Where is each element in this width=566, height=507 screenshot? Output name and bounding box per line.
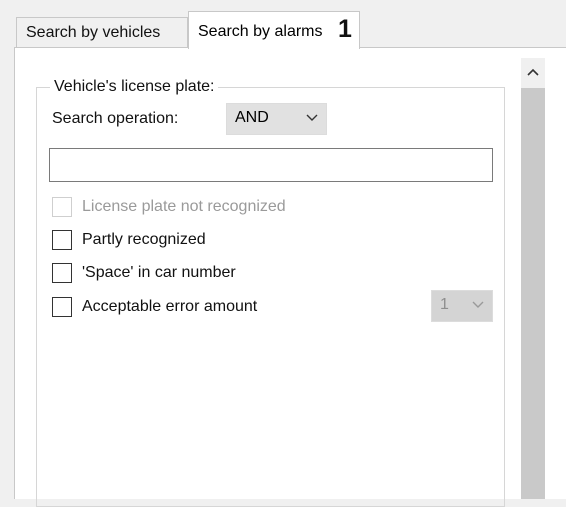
search-operation-select[interactable]: AND [226, 103, 327, 135]
search-operation-value: AND [235, 109, 269, 126]
partly-recognized-label: Partly recognized [82, 231, 206, 248]
plate-not-recognized-label: License plate not recognized [82, 198, 286, 215]
callout-number: 1 [338, 15, 352, 43]
groupbox-title: Vehicle's license plate: [50, 76, 219, 98]
tab-strip: Search by vehicles Search by alarms 1 [0, 0, 566, 49]
checkbox-space-in-number[interactable] [52, 263, 72, 283]
search-operation-label: Search operation: [52, 110, 179, 127]
checkbox-partly-recognized[interactable] [52, 230, 72, 250]
chevron-up-icon [527, 68, 539, 76]
tab-search-by-vehicles[interactable]: Search by vehicles [16, 17, 188, 48]
tab-search-by-alarms[interactable]: Search by alarms [188, 11, 360, 49]
vertical-scrollbar[interactable] [521, 58, 545, 499]
chevron-down-icon [472, 301, 484, 308]
error-amount-select[interactable]: 1 [431, 290, 493, 322]
scroll-thumb[interactable] [521, 88, 545, 499]
error-amount-label: Acceptable error amount [82, 298, 258, 315]
chevron-down-icon [306, 114, 318, 121]
scroll-up-button[interactable] [521, 58, 545, 86]
license-plate-input[interactable] [49, 148, 493, 182]
checkbox-plate-not-recognized[interactable] [52, 197, 72, 217]
error-amount-value: 1 [440, 296, 449, 313]
space-in-number-label: 'Space' in car number [82, 264, 236, 281]
checkbox-error-amount[interactable] [52, 297, 72, 317]
